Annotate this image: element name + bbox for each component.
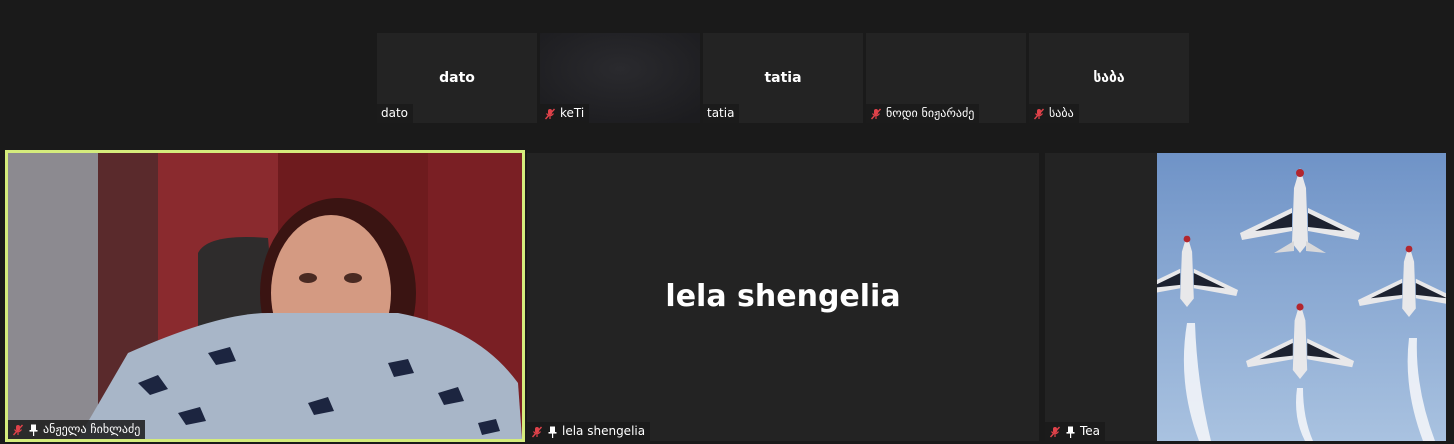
- participant-label-text: ნოდი ნიჟარაძე: [886, 106, 975, 120]
- participant-label: lela shengelia: [527, 422, 651, 441]
- mic-muted-icon: [12, 424, 24, 436]
- mic-muted-icon: [870, 108, 882, 120]
- participant-label-text: tatia: [707, 106, 735, 120]
- participant-label-text: ანჟელა ჩიხლაძე: [43, 422, 141, 436]
- participant-tile-saba[interactable]: საბა საბა: [1029, 33, 1189, 123]
- participant-label-text: lela shengelia: [562, 424, 646, 438]
- participant-name-center: lela shengelia: [665, 279, 901, 314]
- participant-tile-anzhela[interactable]: ანჟელა ჩიხლაძე: [5, 150, 525, 442]
- participant-tile-nodi[interactable]: ნოდი ნიჟარაძე: [866, 33, 1026, 123]
- participant-label-text: dato: [381, 106, 409, 120]
- participant-label-text: საბა: [1049, 106, 1074, 120]
- participant-tile-dato[interactable]: dato dato: [377, 33, 537, 123]
- participant-label: dato: [377, 104, 414, 123]
- participant-tile-tea[interactable]: Tea: [1045, 153, 1446, 441]
- participant-label: ნოდი ნიჟარაძე: [866, 104, 980, 123]
- mic-muted-icon: [544, 108, 556, 120]
- pin-icon: [28, 424, 39, 436]
- video-feed: [1157, 153, 1446, 441]
- participant-name-center: საბა: [1093, 70, 1125, 86]
- participant-tile-lela[interactable]: lela shengelia lela shengelia: [527, 153, 1039, 441]
- participant-label: ანჟელა ჩიხლაძე: [8, 420, 146, 439]
- participant-name-center: dato: [439, 70, 475, 86]
- participant-label: keTi: [540, 104, 590, 123]
- video-feed: [8, 153, 522, 439]
- participant-label: Tea: [1045, 422, 1106, 441]
- participant-tile-tatia[interactable]: tatia tatia: [703, 33, 863, 123]
- active-speaker-border: ანჟელა ჩიხლაძე: [8, 153, 522, 439]
- participant-label-text: Tea: [1080, 424, 1101, 438]
- participant-label: საბა: [1029, 104, 1079, 123]
- mic-muted-icon: [1033, 108, 1045, 120]
- participant-tile-keti[interactable]: keTi: [540, 33, 700, 123]
- mic-muted-icon: [1049, 426, 1061, 438]
- pin-icon: [1065, 426, 1076, 438]
- participant-label-text: keTi: [560, 106, 585, 120]
- participant-label: tatia: [703, 104, 740, 123]
- participant-name-center: tatia: [764, 70, 802, 86]
- mic-muted-icon: [531, 426, 543, 438]
- pin-icon: [547, 426, 558, 438]
